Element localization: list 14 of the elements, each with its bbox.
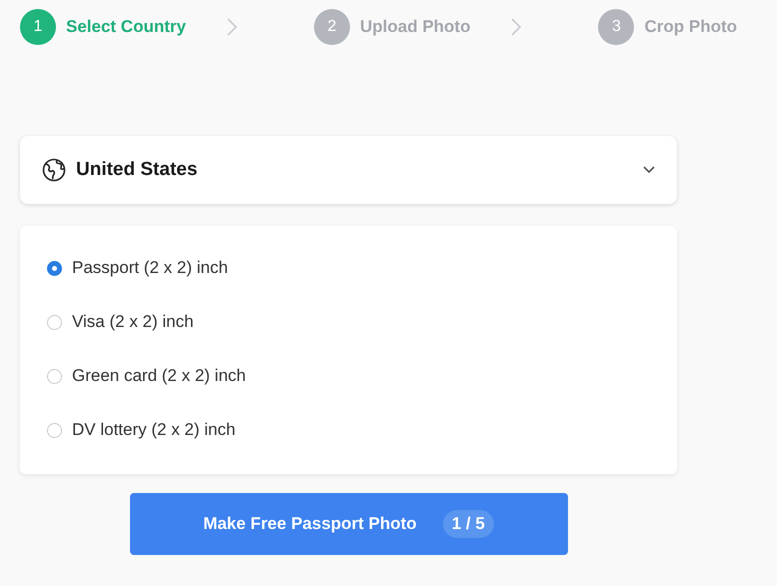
step-number: 3 bbox=[598, 9, 634, 45]
radio-option[interactable]: Visa (2 x 2) inch bbox=[20, 295, 677, 349]
radio-option[interactable]: Passport (2 x 2) inch bbox=[20, 241, 677, 295]
chevron-icon bbox=[510, 17, 522, 37]
step-number: 1 bbox=[20, 9, 56, 45]
chevron-icon bbox=[226, 17, 238, 37]
radio-option[interactable]: DV lottery (2 x 2) inch bbox=[20, 403, 677, 457]
radio-option[interactable]: Green card (2 x 2) inch bbox=[20, 349, 677, 403]
count-badge: 1 / 5 bbox=[442, 510, 494, 538]
step-number: 2 bbox=[314, 9, 350, 45]
country-select[interactable]: United States bbox=[20, 136, 677, 204]
make-photo-button[interactable]: Make Free Passport Photo 1 / 5 bbox=[130, 493, 568, 555]
globe-icon bbox=[42, 158, 66, 182]
chevron-down-icon bbox=[643, 166, 655, 174]
